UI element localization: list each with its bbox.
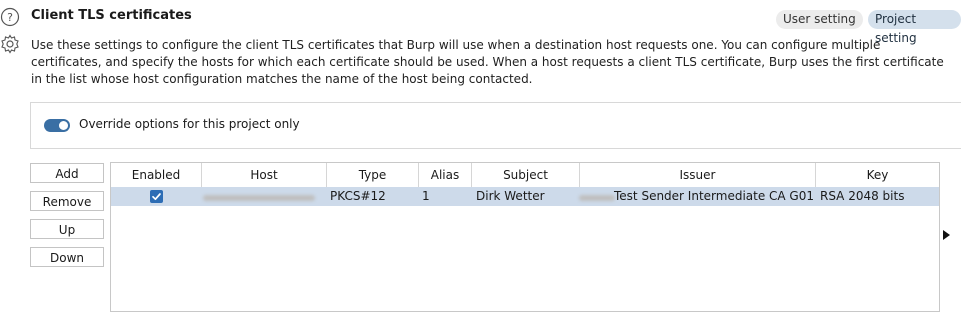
column-header-key[interactable]: Key [816, 163, 939, 187]
override-toggle[interactable] [44, 119, 70, 132]
description-text: Use these settings to configure the clie… [31, 38, 944, 86]
column-header-issuer[interactable]: Issuer [580, 163, 816, 187]
up-button[interactable]: Up [30, 219, 104, 239]
column-header-alias[interactable]: Alias [419, 163, 472, 187]
cell-issuer: Test Sender Intermediate CA G01 [614, 189, 815, 203]
toggle-knob [59, 121, 68, 130]
override-panel: Override options for this project only [30, 102, 961, 149]
scroll-right-arrow-icon[interactable] [943, 230, 950, 240]
add-button[interactable]: Add [30, 163, 104, 183]
down-button[interactable]: Down [30, 247, 104, 267]
remove-button[interactable]: Remove [30, 191, 104, 211]
issuer-redacted [579, 195, 615, 201]
help-icon[interactable]: ? [0, 7, 20, 27]
cell-alias: 1 [422, 189, 430, 203]
svg-text:?: ? [7, 11, 13, 24]
cell-type: PKCS#12 [330, 189, 386, 203]
column-header-type[interactable]: Type [327, 163, 419, 187]
certificates-table[interactable]: Enabled Host Type Alias Subject Issuer K… [110, 162, 940, 312]
column-header-host[interactable]: Host [202, 163, 327, 187]
cell-subject: Dirk Wetter [476, 189, 545, 203]
enabled-checkbox[interactable] [150, 190, 163, 203]
check-icon [152, 193, 161, 201]
column-header-enabled[interactable]: Enabled [111, 163, 202, 187]
table-row[interactable]: PKCS#12 1 Dirk Wetter Test Sender Interm… [111, 187, 939, 206]
host-redacted [203, 195, 315, 201]
table-header: Enabled Host Type Alias Subject Issuer K… [111, 163, 939, 188]
gear-icon [1, 34, 19, 54]
cell-key: RSA 2048 bits [820, 189, 905, 203]
page-title: Client TLS certificates [31, 8, 192, 23]
project-setting-badge[interactable]: Project setting [868, 10, 961, 45]
column-header-subject[interactable]: Subject [472, 163, 580, 187]
override-label: Override options for this project only [79, 117, 300, 131]
user-setting-badge[interactable]: User setting [776, 10, 863, 29]
